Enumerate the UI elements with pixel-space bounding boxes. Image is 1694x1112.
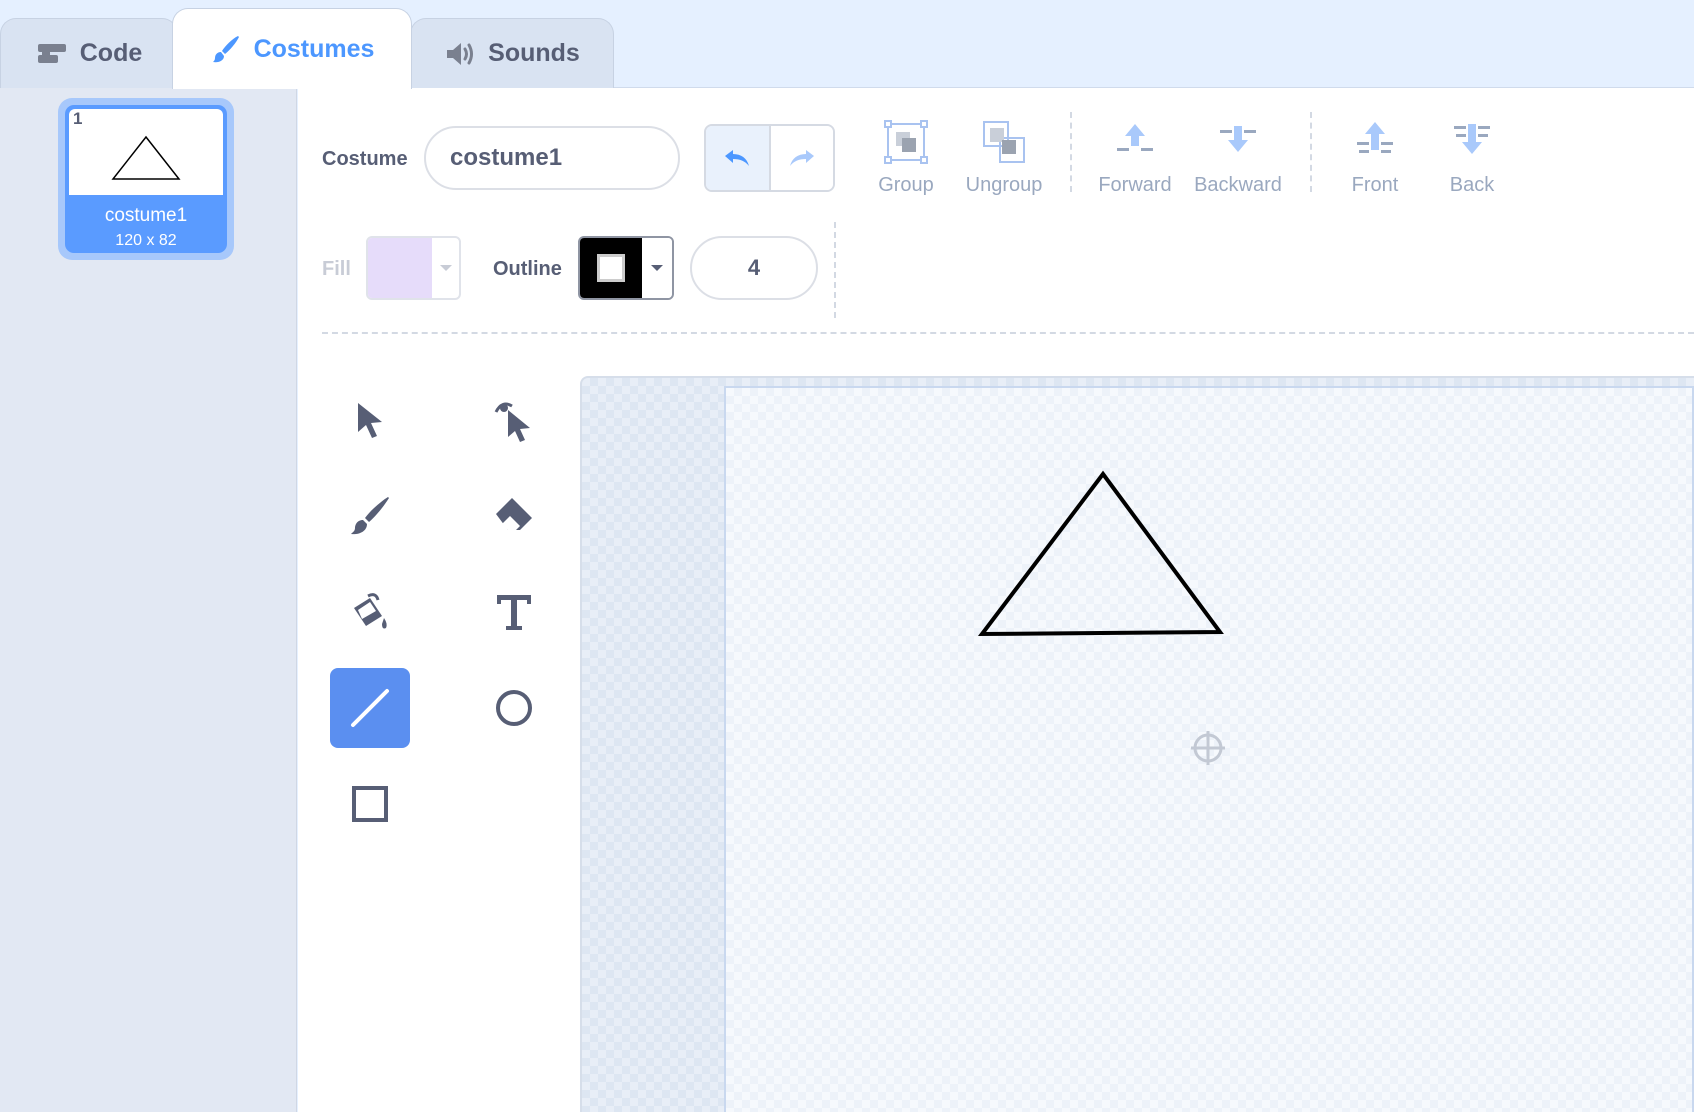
paint-bucket-icon bbox=[354, 593, 387, 629]
backward-button[interactable]: Backward bbox=[1188, 120, 1288, 197]
editor-tab-bar: Code Costumes Sounds bbox=[0, 0, 1694, 89]
group-button[interactable]: Group bbox=[856, 120, 956, 197]
text-tool[interactable] bbox=[474, 572, 554, 652]
front-icon bbox=[1357, 122, 1393, 153]
tab-costumes[interactable]: Costumes bbox=[172, 8, 412, 89]
drawing-layer bbox=[977, 470, 1225, 765]
toolbar-divider bbox=[1310, 112, 1312, 192]
toolbar-bottom-divider bbox=[322, 332, 1694, 334]
back-icon bbox=[1454, 124, 1490, 154]
reshape-cursor-icon bbox=[494, 402, 530, 442]
undo-button[interactable] bbox=[706, 126, 771, 190]
chevron-down-icon bbox=[651, 265, 663, 271]
ungroup-icon bbox=[983, 121, 1025, 163]
costume-list-sidebar: 1 costume1 120 x 82 bbox=[0, 88, 297, 1112]
paintbrush-icon bbox=[212, 36, 239, 63]
fill-color-picker[interactable] bbox=[366, 236, 461, 300]
costume-name-label: costume1 bbox=[104, 205, 188, 226]
redo-button[interactable] bbox=[770, 126, 833, 190]
costume-item-body: 1 costume1 120 x 82 bbox=[65, 105, 227, 253]
ungroup-label: Ungroup bbox=[965, 174, 1043, 196]
eraser-tool[interactable] bbox=[474, 476, 554, 556]
line-icon bbox=[351, 689, 389, 727]
forward-label: Forward bbox=[1098, 174, 1172, 196]
eraser-icon bbox=[496, 498, 532, 530]
group-icon bbox=[884, 120, 928, 164]
costume-number: 1 bbox=[73, 109, 83, 128]
backward-icon bbox=[1220, 126, 1256, 152]
speaker-icon bbox=[447, 42, 474, 65]
paint-canvas[interactable] bbox=[580, 376, 1694, 1112]
costume-item[interactable]: 1 costume1 120 x 82 bbox=[58, 98, 234, 260]
tab-sounds[interactable]: Sounds bbox=[410, 18, 614, 88]
text-t-icon bbox=[497, 595, 531, 630]
costume-thumbnail-triangle bbox=[111, 135, 181, 180]
costume-thumbnail bbox=[69, 109, 223, 195]
costume-name-input[interactable]: costume1 bbox=[424, 126, 680, 190]
costume-artboard[interactable] bbox=[724, 386, 1694, 1112]
ungroup-button[interactable]: Ungroup bbox=[954, 120, 1054, 197]
rectangle-icon bbox=[352, 786, 388, 822]
brush-icon bbox=[351, 497, 389, 535]
outline-color-picker[interactable] bbox=[578, 236, 674, 300]
costume-name-field-label: Costume bbox=[322, 148, 408, 170]
circle-icon bbox=[496, 690, 532, 726]
toolbar-divider bbox=[834, 222, 836, 318]
back-button[interactable]: Back bbox=[1422, 120, 1522, 197]
undo-redo-group bbox=[704, 124, 835, 192]
rotation-center-icon bbox=[1191, 731, 1225, 765]
reshape-tool[interactable] bbox=[474, 380, 554, 460]
front-label: Front bbox=[1351, 174, 1399, 196]
forward-button[interactable]: Forward bbox=[1085, 120, 1185, 197]
triangle-shape[interactable] bbox=[977, 470, 1224, 637]
forward-icon bbox=[1117, 124, 1153, 151]
select-tool[interactable] bbox=[330, 380, 410, 460]
fill-label: Fill bbox=[322, 258, 351, 280]
fill-color-swatch bbox=[368, 238, 432, 298]
paint-editor: Costume costume1 Group Ungroup Forward B… bbox=[298, 88, 1694, 1112]
group-label: Group bbox=[878, 174, 934, 196]
tab-code-label: Code bbox=[79, 39, 143, 67]
back-label: Back bbox=[1449, 174, 1495, 196]
code-blocks-icon bbox=[37, 43, 66, 63]
outline-color-swatch bbox=[580, 238, 642, 298]
chevron-down-icon bbox=[439, 265, 452, 271]
outline-label: Outline bbox=[493, 258, 562, 280]
front-button[interactable]: Front bbox=[1325, 120, 1425, 197]
tab-costumes-label: Costumes bbox=[253, 34, 375, 63]
backward-label: Backward bbox=[1194, 174, 1282, 196]
fill-tool[interactable] bbox=[330, 572, 410, 652]
line-tool[interactable] bbox=[330, 668, 410, 748]
undo-icon bbox=[725, 150, 750, 166]
circle-tool[interactable] bbox=[474, 668, 554, 748]
rectangle-tool[interactable] bbox=[330, 764, 410, 844]
toolbar-divider bbox=[1070, 112, 1072, 192]
fill-dropdown[interactable] bbox=[432, 238, 459, 298]
brush-tool[interactable] bbox=[330, 476, 410, 556]
tab-sounds-label: Sounds bbox=[488, 39, 580, 67]
outline-dropdown[interactable] bbox=[642, 238, 672, 298]
outline-width-input[interactable]: 4 bbox=[690, 236, 818, 300]
redo-icon bbox=[789, 150, 814, 166]
costume-size-label: 120 x 82 bbox=[115, 232, 177, 249]
tab-code[interactable]: Code bbox=[0, 18, 178, 88]
arrow-cursor-icon bbox=[358, 403, 382, 438]
